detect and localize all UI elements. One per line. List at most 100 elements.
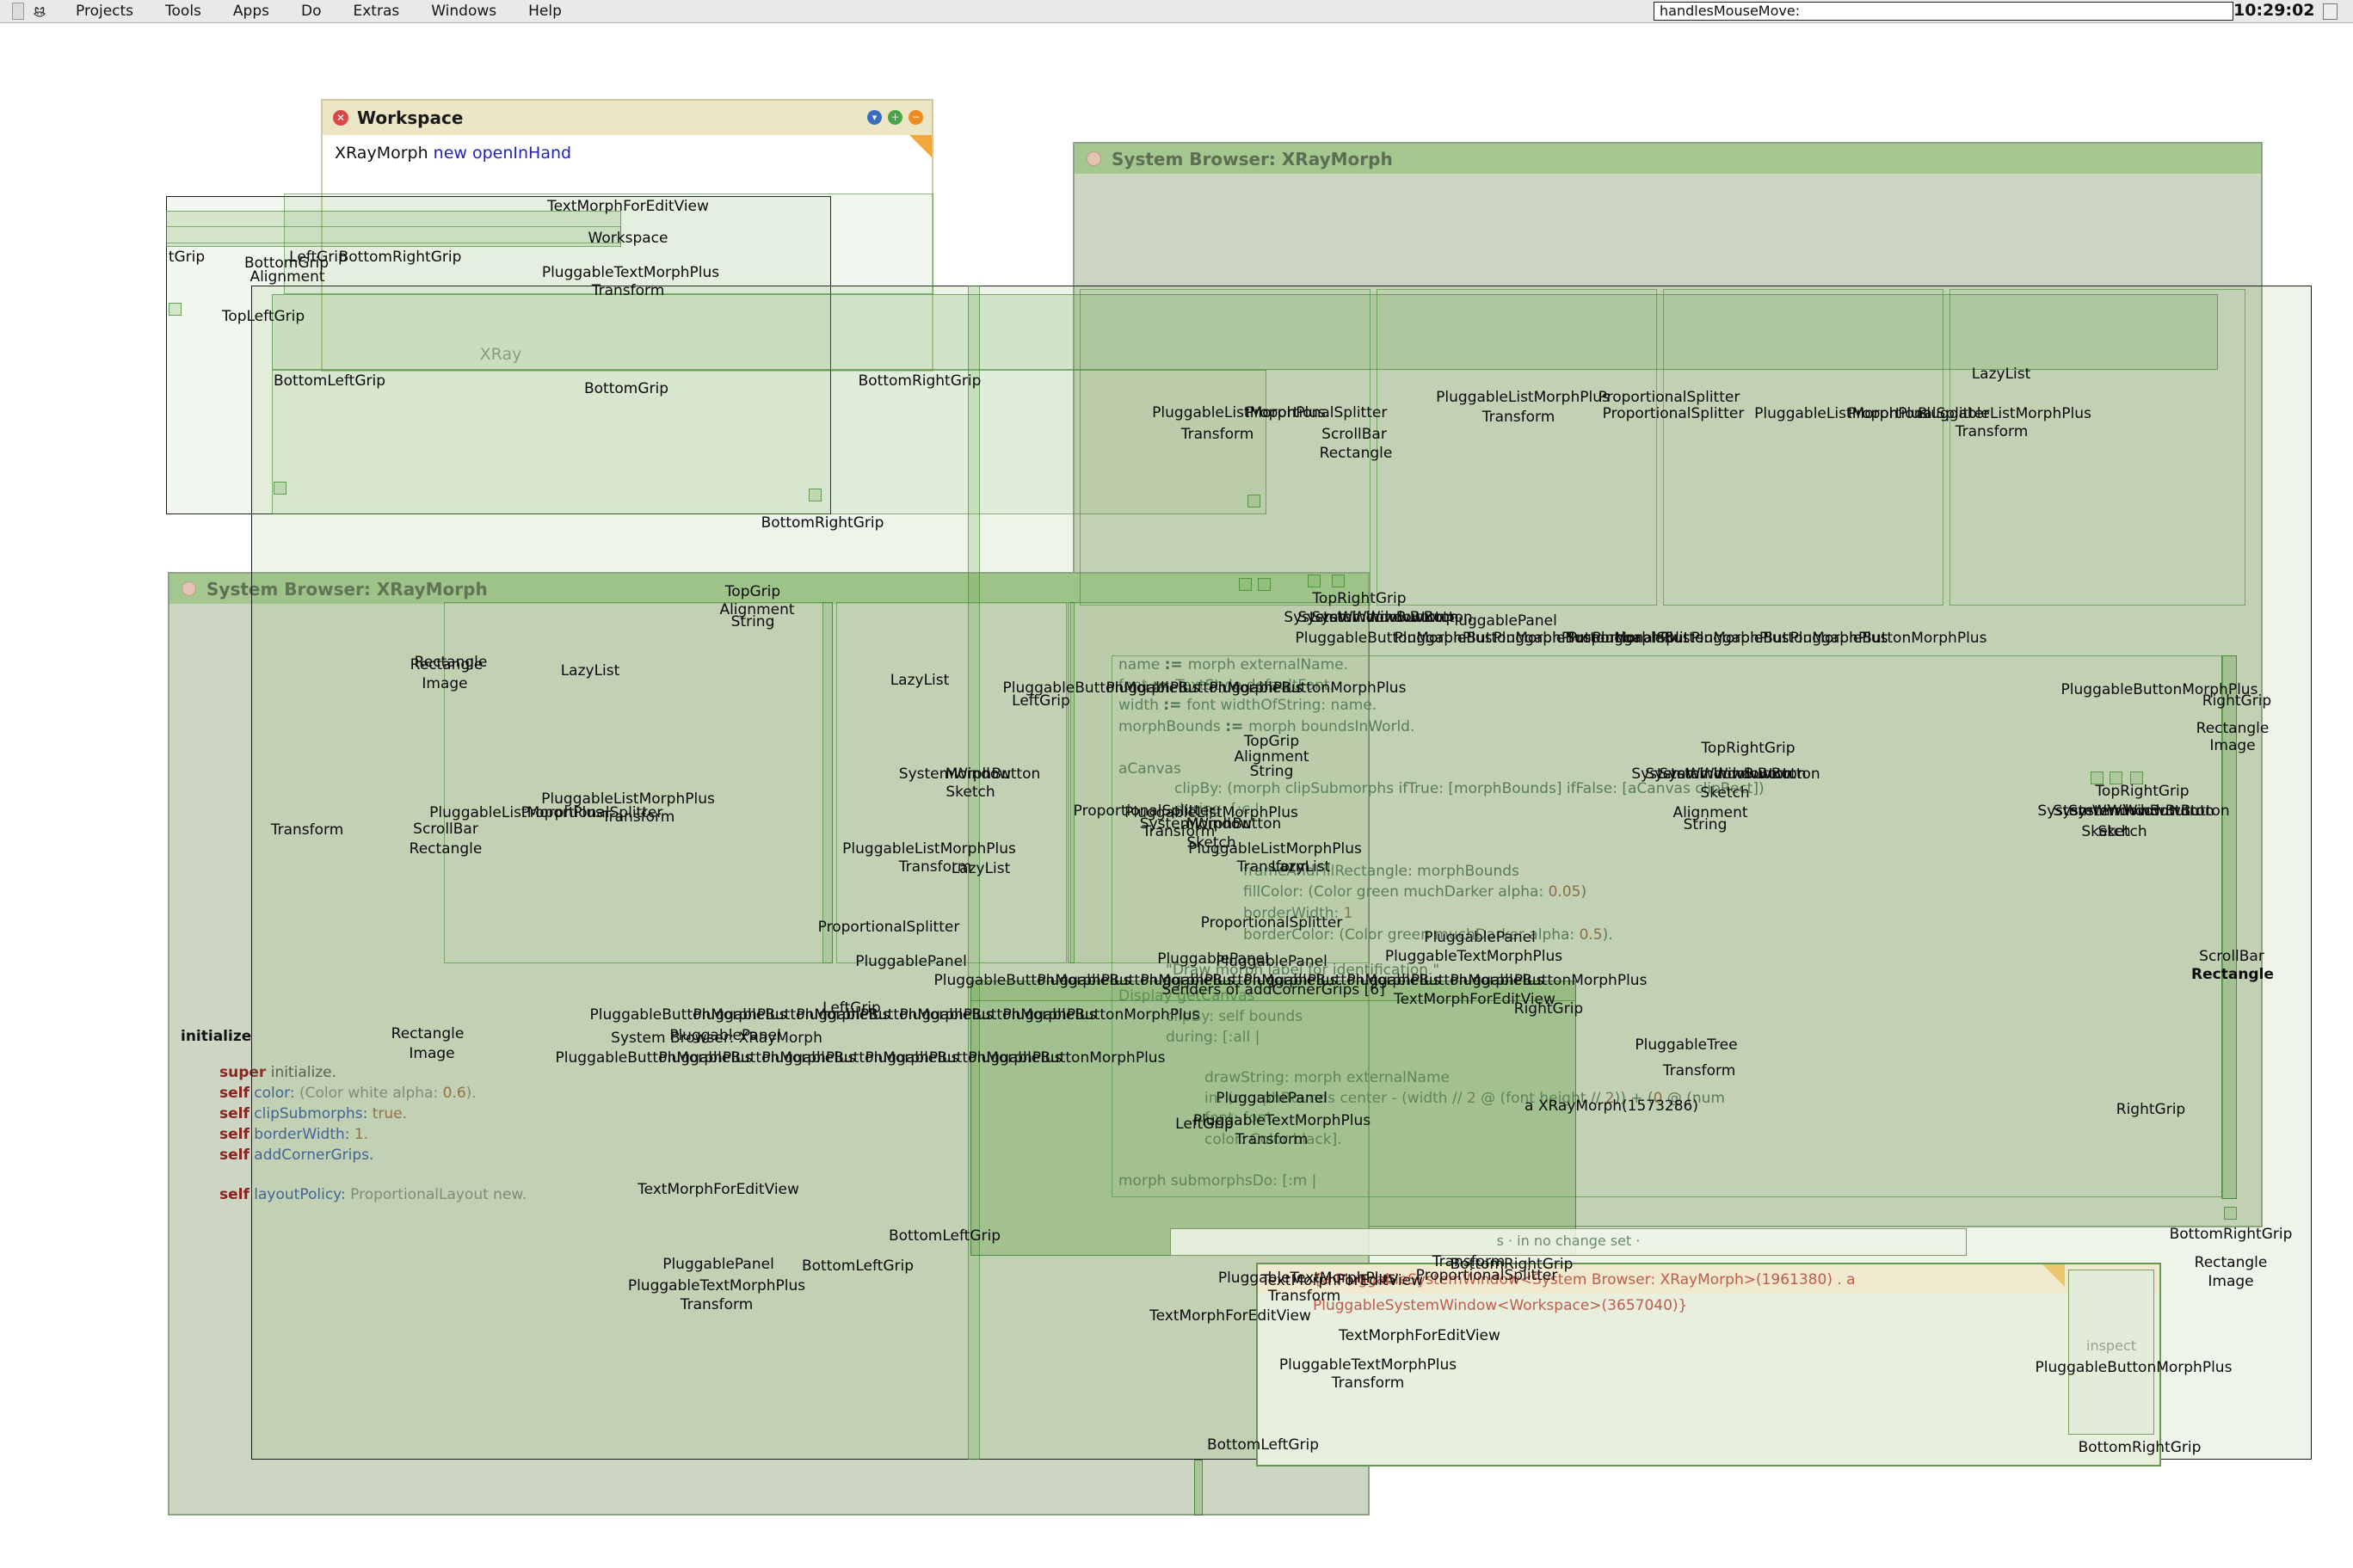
clock-icon[interactable] bbox=[2323, 3, 2338, 20]
xray-label: PluggablePanel bbox=[1216, 1090, 1327, 1107]
xray-rect bbox=[1663, 289, 1943, 606]
result-line-2: PluggableSystemWindow<Workspace>(3657040… bbox=[1313, 1297, 1687, 1314]
xray-label: String bbox=[1250, 763, 1294, 780]
xray-label: PluggableButtonMorphPlus bbox=[1790, 630, 1987, 647]
xray-label: Image bbox=[2209, 737, 2255, 754]
xray-label: Image bbox=[2208, 1273, 2253, 1290]
xray-label: PluggableButtonMorphPlus bbox=[1210, 679, 1407, 697]
grip-handle-icon bbox=[809, 489, 822, 501]
xray-label: SystemWindowButton bbox=[2068, 802, 2229, 820]
xray-label: TextMorphForEditView bbox=[638, 1181, 799, 1198]
xray-label: Rectangle bbox=[391, 1025, 465, 1042]
maximize-icon[interactable]: ＋ bbox=[888, 110, 902, 125]
xray-label: PluggableListMorphPlus bbox=[541, 790, 715, 808]
message-field[interactable]: handlesMouseMove: bbox=[1654, 2, 2233, 21]
code-line: initialize bbox=[181, 1028, 251, 1045]
xray-rect bbox=[1070, 602, 1370, 963]
menu-item[interactable]: Do bbox=[301, 3, 322, 20]
xray-label: ProportionalSplitter bbox=[1603, 405, 1745, 422]
xray-label: Transform bbox=[592, 282, 665, 299]
xray-label: Transform bbox=[1956, 423, 2029, 440]
menu-item[interactable]: Help bbox=[528, 3, 562, 20]
xray-label: ProportionalSplitter bbox=[1416, 1267, 1558, 1284]
fold-corner-icon[interactable] bbox=[2042, 1264, 2065, 1287]
xray-label: Rectangle bbox=[2191, 966, 2274, 983]
xray-rect bbox=[1194, 1460, 1203, 1516]
xray-label: BottomLeftGrip bbox=[802, 1257, 914, 1275]
xray-label: LazyList bbox=[890, 672, 950, 689]
xray-label: Workspace bbox=[588, 230, 668, 247]
xray-label: PluggableButtonMorphPlus bbox=[2036, 1359, 2233, 1376]
xray-label: String bbox=[1684, 816, 1728, 833]
xray-label: BottomRightGrip bbox=[859, 372, 982, 390]
cuis-logo-icon[interactable] bbox=[31, 3, 57, 20]
close-icon[interactable] bbox=[182, 581, 196, 596]
grip-handle-icon bbox=[1258, 578, 1271, 591]
code-message: new openInHand bbox=[428, 144, 571, 163]
xray-label: ProportionalSplitter bbox=[1598, 389, 1740, 406]
code-receiver: XRayMorph bbox=[335, 144, 428, 163]
menu-bar: Projects Tools Apps Do Extras Windows Help han… bbox=[0, 0, 2353, 23]
minimize-icon[interactable]: ─ bbox=[909, 110, 923, 125]
xray-rect bbox=[444, 602, 833, 963]
xray-label: MorphButton bbox=[946, 766, 1041, 783]
menu-item[interactable]: Windows bbox=[431, 3, 496, 20]
xray-label: PluggableButtonMorphPlus bbox=[1451, 972, 1648, 989]
menu-item[interactable]: Projects bbox=[76, 3, 133, 20]
browser-titlebar[interactable]: System Browser: XRayMorph bbox=[1075, 144, 2261, 174]
workspace-titlebar[interactable]: ✕ Workspace ▾ ＋ ─ bbox=[323, 101, 932, 136]
menu-icon[interactable]: ▾ bbox=[867, 110, 882, 125]
xray-label: RightGrip bbox=[2116, 1101, 2185, 1118]
xray-label: PluggablePanel bbox=[1445, 612, 1557, 630]
xray-label: ProportionalSplitter bbox=[1246, 404, 1388, 421]
xray-label: Image bbox=[409, 1045, 454, 1062]
menu-item[interactable]: Apps bbox=[233, 3, 269, 20]
xray-label: ScrollBar bbox=[413, 821, 478, 838]
xray-label: PluggablePanel bbox=[1157, 950, 1269, 968]
xray-label: BottomRightGrip bbox=[2170, 1226, 2293, 1243]
xray-label: PluggableTextMorphPlus bbox=[628, 1277, 805, 1294]
xray-label: BottomLeftGrip bbox=[889, 1227, 1001, 1245]
xray-label: Transform bbox=[1235, 1131, 1309, 1148]
xray-label: PluggablePanel bbox=[669, 1027, 781, 1044]
xray-label: XRay bbox=[480, 345, 522, 364]
xray-label: ScrollBar bbox=[2199, 948, 2264, 965]
xray-label: TopRightGrip bbox=[2095, 783, 2189, 800]
xray-label: Transform bbox=[1663, 1062, 1736, 1079]
close-icon[interactable]: ✕ bbox=[333, 110, 348, 126]
xray-label: Sketch bbox=[946, 784, 995, 801]
xray-rect bbox=[166, 226, 621, 243]
xray-label: PluggableTree bbox=[1635, 1036, 1737, 1054]
xray-label: Rectangle bbox=[1320, 445, 1393, 462]
menu-item[interactable]: Tools bbox=[165, 3, 201, 20]
inspect-button[interactable]: inspect bbox=[2068, 1270, 2154, 1435]
menu-item[interactable]: Extras bbox=[354, 3, 400, 20]
xray-label: BottomGrip bbox=[584, 380, 668, 397]
xray-label: ProportionalSplitter bbox=[1201, 914, 1343, 932]
xray-label: Transform bbox=[1482, 409, 1555, 426]
xray-label: Sketch bbox=[2097, 823, 2147, 840]
xray-label: BottomRightGrip bbox=[2079, 1439, 2202, 1456]
xray-label: Transform bbox=[1181, 426, 1254, 443]
xray-label: Transform bbox=[1268, 1288, 1341, 1305]
fold-corner-icon[interactable] bbox=[909, 135, 932, 157]
xray-label: BottomLeftGrip bbox=[1207, 1436, 1319, 1454]
edge-widget[interactable] bbox=[12, 3, 24, 20]
xray-label: LazyList bbox=[1272, 858, 1331, 876]
xray-label: Transform bbox=[1332, 1374, 1405, 1392]
grip-handle-icon bbox=[1308, 575, 1321, 587]
xray-label: Transform bbox=[271, 821, 344, 839]
xray-label: TopGrip bbox=[725, 583, 780, 600]
xray-label: PluggableListMorphPlus bbox=[842, 840, 1016, 858]
xray-label: PluggableListMorphPlus bbox=[1436, 389, 1610, 406]
grip-handle-icon bbox=[1239, 578, 1252, 591]
xray-rect bbox=[836, 602, 1067, 963]
desktop: Projects Tools Apps Do Extras Windows Help han… bbox=[0, 0, 2353, 1568]
xray-label: PluggableListMorphPlus bbox=[1918, 405, 2091, 422]
close-icon[interactable] bbox=[1087, 151, 1101, 166]
xray-label: PluggableTextMorphPlus bbox=[1193, 1112, 1371, 1129]
grip-handle-icon bbox=[2224, 1207, 2237, 1220]
xray-label: a XRayMorph(1573286) bbox=[1525, 1098, 1698, 1115]
xray-label: LeftGrip bbox=[1012, 692, 1070, 710]
xray-label: TextMorphForEditView bbox=[547, 198, 709, 215]
